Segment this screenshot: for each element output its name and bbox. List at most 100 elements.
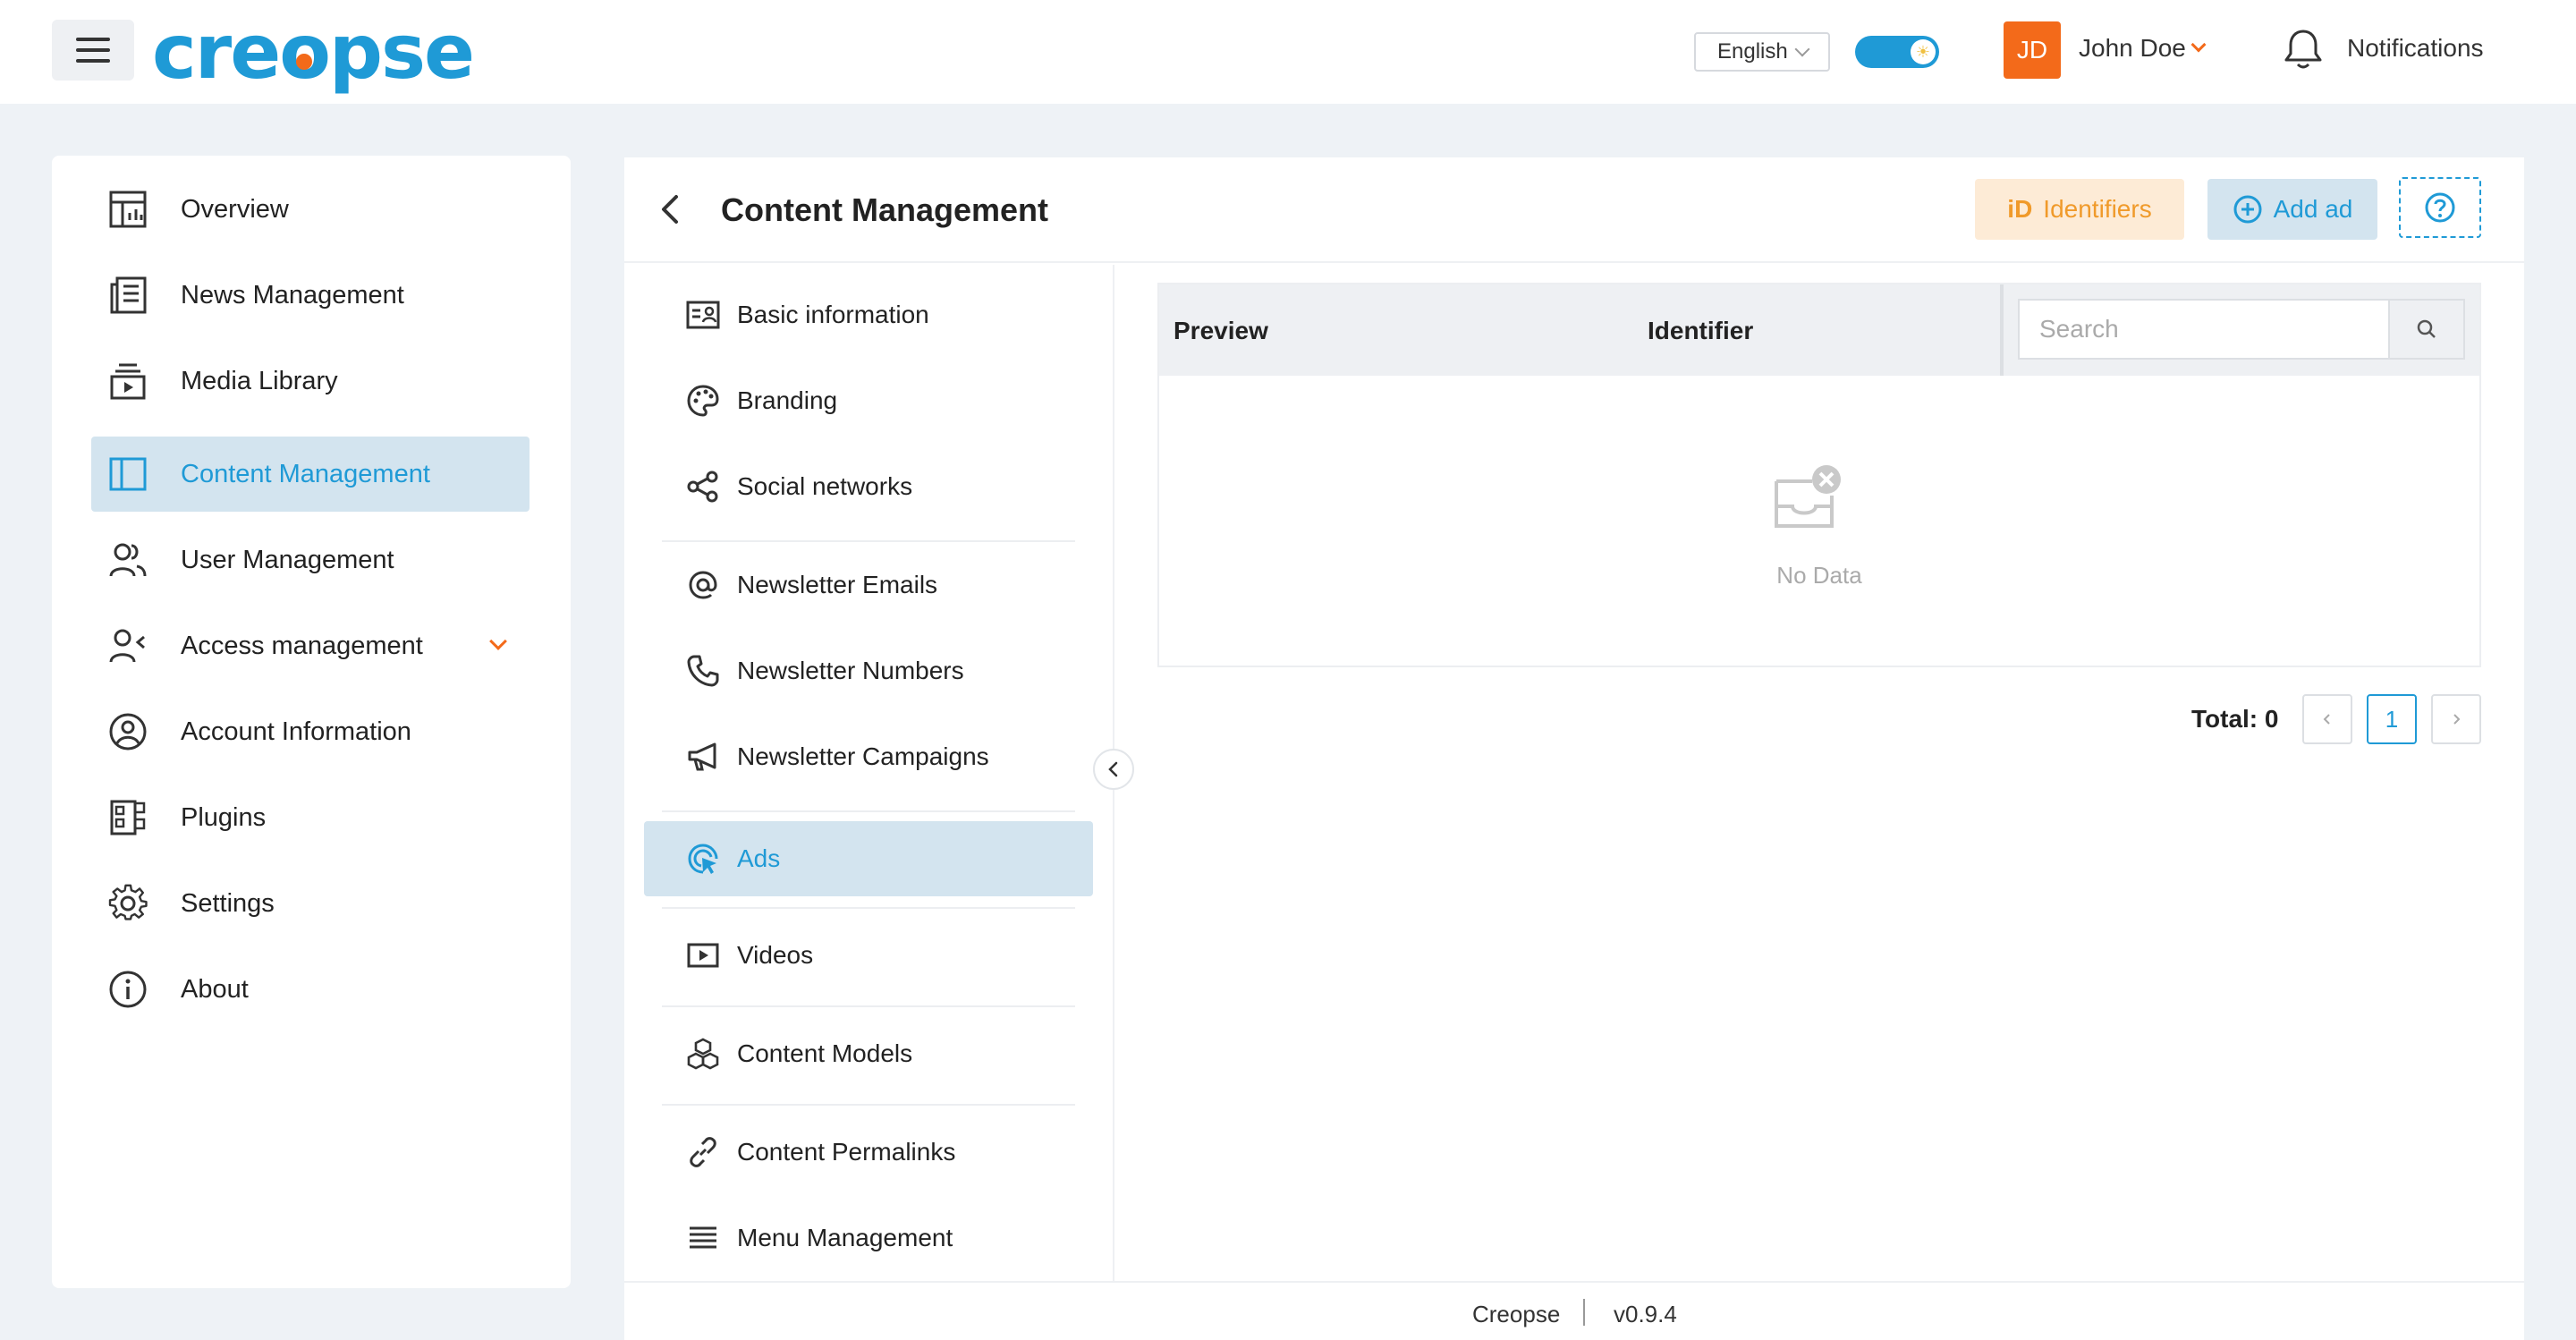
sidebar-item-user-management[interactable]: User Management — [91, 522, 530, 598]
sidebar-item-overview[interactable]: Overview — [91, 172, 530, 247]
notifications-link[interactable]: Notifications — [2347, 34, 2484, 63]
sidebar-item-about[interactable]: About — [91, 952, 530, 1027]
ads-table: Preview Identifier Search No Data — [1157, 283, 2481, 667]
sidebar: Overview News Management Media Library C… — [52, 156, 571, 1288]
help-button[interactable] — [2399, 177, 2481, 238]
subnav-item-content-permalinks[interactable]: Content Permalinks — [644, 1115, 1093, 1190]
search-button[interactable] — [2390, 299, 2465, 360]
chevron-down-icon — [1794, 41, 1810, 57]
sidebar-item-label: About — [181, 974, 249, 1004]
subnav-item-label: Videos — [737, 941, 814, 969]
user-access-icon — [106, 623, 150, 668]
subnav-item-basic-information[interactable]: Basic information — [644, 277, 1093, 352]
chevron-down-icon[interactable] — [489, 632, 507, 650]
page-button-current[interactable]: 1 — [2367, 694, 2417, 744]
sidebar-item-access-management[interactable]: Access management — [91, 608, 530, 683]
next-page-button[interactable] — [2431, 694, 2481, 744]
media-icon — [106, 359, 150, 403]
subnav-item-menu-management[interactable]: Menu Management — [644, 1200, 1093, 1276]
sidebar-item-label: User Management — [181, 545, 394, 574]
share-icon — [685, 469, 721, 505]
search-placeholder: Search — [2039, 315, 2119, 343]
prev-page-button[interactable] — [2302, 694, 2352, 744]
empty-state-text: No Data — [1776, 562, 1862, 589]
subnav-divider — [662, 810, 1075, 812]
search-input[interactable]: Search — [2018, 299, 2390, 360]
column-header-preview: Preview — [1174, 317, 1268, 344]
subnav-item-social-networks[interactable]: Social networks — [644, 449, 1093, 524]
creopse-logo[interactable]: creo pse — [152, 9, 475, 95]
language-select[interactable]: English — [1694, 32, 1830, 72]
plus-circle-icon — [2233, 194, 2263, 225]
subnav-divider — [662, 540, 1075, 542]
plugins-icon — [106, 795, 150, 840]
identifiers-button[interactable]: iD Identifiers — [1975, 179, 2184, 240]
dashboard-icon — [106, 187, 150, 232]
sidebar-item-label: Access management — [181, 631, 423, 660]
video-icon — [685, 937, 721, 973]
subnav-item-branding[interactable]: Branding — [644, 363, 1093, 438]
sidebar-item-settings[interactable]: Settings — [91, 866, 530, 941]
theme-toggle[interactable]: ☀ — [1855, 36, 1939, 68]
avatar[interactable]: JD — [2004, 21, 2061, 79]
user-menu[interactable]: John Doe — [2079, 34, 2207, 63]
sidebar-item-label: News Management — [181, 280, 404, 310]
content-subnav: Basic information Branding Social networ… — [624, 265, 1114, 1281]
language-select-value: English — [1717, 39, 1788, 64]
footer: Creopse v0.9.4 — [624, 1281, 2524, 1340]
megaphone-icon — [685, 739, 721, 775]
subnav-divider — [662, 1104, 1075, 1106]
main-panel: Content Management iD Identifiers Add ad… — [624, 157, 2524, 1281]
add-ad-button-label: Add ad — [2273, 195, 2353, 223]
layout-icon — [106, 452, 150, 496]
add-ad-button[interactable]: Add ad — [2207, 179, 2377, 240]
subnav-item-label: Newsletter Emails — [737, 571, 938, 598]
subnav-item-label: Content Permalinks — [737, 1138, 956, 1166]
sidebar-item-label: Content Management — [181, 459, 430, 488]
id-card-icon — [685, 297, 721, 333]
back-arrow-icon[interactable] — [655, 193, 687, 225]
subnav-item-ads[interactable]: Ads — [644, 821, 1093, 896]
main-header: Content Management iD Identifiers Add ad — [624, 157, 2524, 263]
sidebar-item-account-information[interactable]: Account Information — [91, 694, 530, 769]
subnav-item-videos[interactable]: Videos — [644, 918, 1093, 993]
subnav-item-label: Basic information — [737, 301, 929, 328]
hamburger-menu-button[interactable] — [52, 20, 134, 81]
subnav-item-newsletter-emails[interactable]: Newsletter Emails — [644, 547, 1093, 623]
chevron-down-icon — [2190, 37, 2207, 53]
sidebar-item-label: Overview — [181, 194, 289, 224]
top-header: creo pse English ☀ JD John Doe Notificati… — [0, 0, 2576, 104]
sun-icon: ☀ — [1911, 39, 1936, 64]
target-cursor-icon — [685, 841, 721, 877]
subnav-item-label: Content Models — [737, 1039, 913, 1067]
search-icon — [2415, 318, 2438, 341]
link-icon — [685, 1134, 721, 1170]
menu-icon — [685, 1220, 721, 1256]
chevron-left-icon — [2320, 712, 2334, 726]
user-name: John Doe — [2079, 34, 2186, 62]
footer-divider — [1583, 1299, 1585, 1326]
users-icon — [106, 538, 150, 582]
collapse-subnav-button[interactable] — [1093, 749, 1134, 790]
at-icon — [685, 567, 721, 603]
account-icon — [106, 709, 150, 754]
sidebar-item-content-management[interactable]: Content Management — [91, 437, 530, 512]
sidebar-item-plugins[interactable]: Plugins — [91, 780, 530, 855]
sidebar-item-news-management[interactable]: News Management — [91, 258, 530, 333]
sidebar-item-label: Settings — [181, 888, 275, 918]
palette-icon — [685, 383, 721, 419]
newspaper-icon — [106, 273, 150, 318]
subnav-item-label: Newsletter Numbers — [737, 657, 964, 684]
subnav-item-newsletter-campaigns[interactable]: Newsletter Campaigns — [644, 719, 1093, 794]
subnav-item-content-models[interactable]: Content Models — [644, 1016, 1093, 1091]
sidebar-item-label: Account Information — [181, 717, 411, 746]
table-header: Preview Identifier Search — [1159, 284, 2479, 376]
identifiers-button-label: Identifiers — [2043, 195, 2152, 223]
bell-icon[interactable] — [2283, 27, 2324, 72]
subnav-item-newsletter-numbers[interactable]: Newsletter Numbers — [644, 633, 1093, 708]
subnav-item-label: Branding — [737, 386, 838, 414]
chevron-left-icon — [1105, 760, 1123, 778]
column-divider — [2000, 284, 2004, 376]
sidebar-item-media-library[interactable]: Media Library — [91, 343, 530, 419]
cubes-icon — [685, 1036, 721, 1072]
